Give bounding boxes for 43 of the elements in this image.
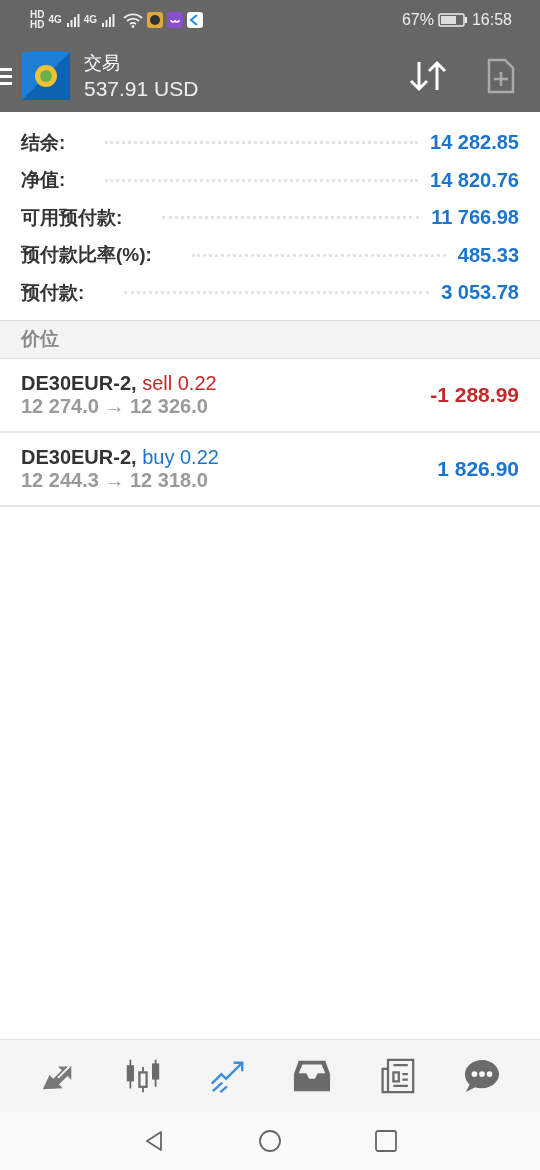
network-label: 4G xyxy=(83,14,98,25)
candlestick-icon[interactable] xyxy=(124,1058,162,1094)
price-range: 12 244.3 → 12 318.0 xyxy=(21,468,209,492)
screen-title: 交易 xyxy=(84,52,121,75)
app-icon xyxy=(147,12,164,28)
recents-icon[interactable] xyxy=(374,1129,398,1153)
summary-label: 预付款比率(%): xyxy=(21,243,152,268)
clock: 16:58 xyxy=(471,11,512,29)
chat-icon[interactable] xyxy=(462,1058,501,1094)
battery-percent: 67% xyxy=(401,11,434,29)
summary-label: 净值: xyxy=(21,168,66,193)
signal-icon xyxy=(101,13,116,27)
sim-label: HD xyxy=(30,10,45,20)
sim-label: HD xyxy=(30,20,45,30)
summary-value: 11 766.98 xyxy=(431,206,519,230)
summary-value: 14 282.85 xyxy=(430,131,519,155)
position-title: DE30EUR-2, buy 0.22 xyxy=(21,445,219,469)
section-header: 价位 xyxy=(0,319,540,359)
app-logo-icon xyxy=(22,52,70,100)
summary-value: 485.33 xyxy=(457,243,519,267)
balance-text: 537.91 USD xyxy=(84,77,200,101)
profit-value: -1 288.99 xyxy=(430,382,519,407)
inbox-icon[interactable] xyxy=(293,1058,332,1094)
summary-label: 预付款: xyxy=(21,280,85,305)
home-icon[interactable] xyxy=(258,1129,282,1153)
position-row[interactable]: DE30EUR-2, sell 0.22 12 274.0 → 12 326.0 -1 288.99 xyxy=(0,358,540,433)
app-icon xyxy=(187,12,204,28)
wifi-icon xyxy=(123,12,144,28)
summary-value: 14 820.76 xyxy=(430,168,519,192)
position-title: DE30EUR-2, sell 0.22 xyxy=(21,371,217,395)
summary-value: 3 053.78 xyxy=(441,281,519,305)
sort-icon[interactable] xyxy=(408,58,448,94)
profit-value: 1 826.90 xyxy=(437,456,519,481)
menu-icon[interactable] xyxy=(0,66,12,86)
app-icon xyxy=(167,12,184,28)
position-row[interactable]: DE30EUR-2, buy 0.22 12 244.3 → 12 318.0 1 826.90 xyxy=(0,432,540,507)
summary-label: 可用预付款: xyxy=(21,205,123,230)
price-range: 12 274.0 → 12 326.0 xyxy=(21,394,209,418)
new-document-icon[interactable] xyxy=(486,58,516,94)
network-label: 4G xyxy=(48,14,62,25)
battery-icon xyxy=(437,13,468,27)
signal-icon xyxy=(65,13,80,27)
summary-label: 结余: xyxy=(21,130,66,155)
